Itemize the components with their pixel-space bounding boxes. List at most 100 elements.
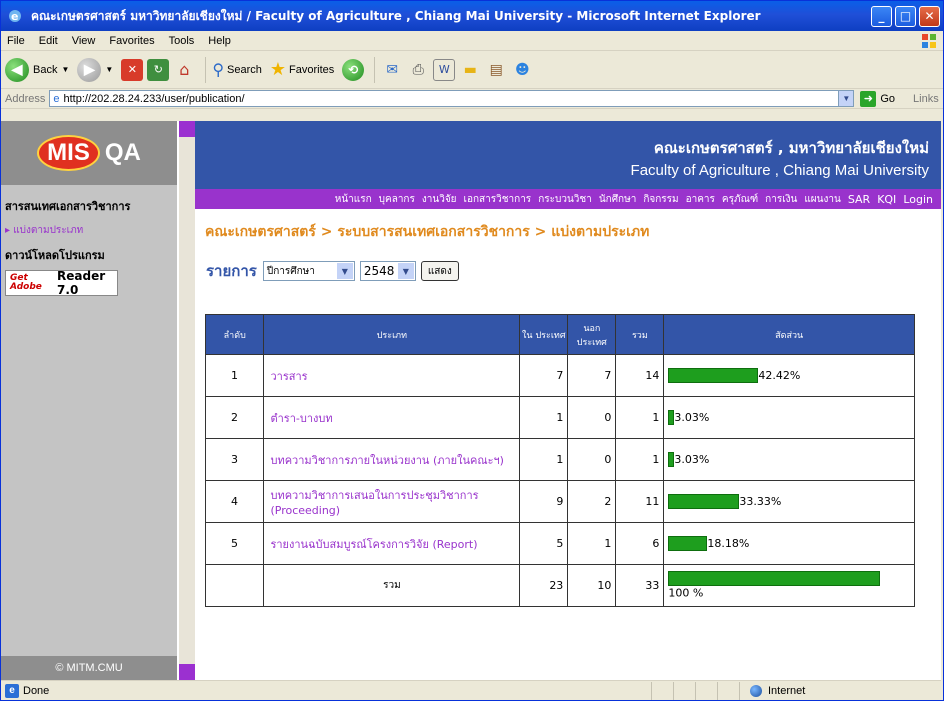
nav-activities[interactable]: กิจกรรม bbox=[643, 192, 678, 207]
ratio-label: 3.03% bbox=[674, 411, 710, 424]
globe-icon bbox=[750, 684, 762, 697]
ratio-bar bbox=[668, 571, 881, 587]
print-icon[interactable]: ⎙ bbox=[407, 59, 429, 81]
status-done: e Done bbox=[1, 683, 651, 698]
favorites-label: Favorites bbox=[289, 63, 335, 76]
cell-domestic: 7 bbox=[519, 354, 569, 397]
address-bar: Address e http://202.28.24.233/user/publ… bbox=[1, 89, 943, 109]
table-header-row: ลำดับ ประเภท ใน ประเทศ นอก ประเทศ รวม สั… bbox=[204, 314, 915, 355]
toolbar-separator bbox=[205, 56, 207, 83]
messenger-icon[interactable]: ☻ bbox=[511, 59, 533, 81]
scroll-down-arrow[interactable] bbox=[179, 664, 195, 680]
refresh-icon[interactable]: ↻ bbox=[147, 58, 170, 81]
cell-foreign: 0 bbox=[567, 396, 617, 439]
window-title: คณะเกษตรศาสตร์ มหาวิทยาลัยเชียงใหม่ / Fa… bbox=[31, 8, 761, 23]
menu-edit[interactable]: Edit bbox=[39, 35, 58, 47]
chevron-down-icon: ▼ bbox=[336, 263, 353, 279]
header-type: ประเภท bbox=[263, 314, 521, 355]
sidebar-download-title: ดาวน์โหลดโปรแกรม bbox=[5, 249, 105, 262]
status-pane bbox=[651, 681, 673, 700]
cell-foreign: 2 bbox=[567, 480, 617, 523]
history-icon[interactable]: ⟲ bbox=[342, 58, 365, 81]
research-icon[interactable]: ▤ bbox=[485, 59, 507, 81]
cell-domestic: 9 bbox=[519, 480, 569, 523]
cell-no: 4 bbox=[204, 480, 265, 523]
home-icon[interactable]: ⌂ bbox=[173, 59, 195, 81]
type-select-value: ปีการศึกษา bbox=[266, 265, 315, 277]
nav-personnel[interactable]: บุคลากร bbox=[379, 192, 415, 207]
header-domestic: ใน ประเทศ bbox=[519, 314, 569, 355]
address-dropdown-icon[interactable]: ▼ bbox=[838, 91, 854, 106]
top-nav: หน้าแรก บุคลากร งานวิจัย เอกสารวิชาการ ก… bbox=[195, 189, 941, 209]
nav-login[interactable]: Login bbox=[903, 193, 933, 206]
sidebar-section-title: สารสนเทศเอกสารวิชาการ bbox=[5, 200, 131, 213]
nav-publications[interactable]: เอกสารวิชาการ bbox=[464, 192, 532, 207]
edit-word-icon[interactable]: W bbox=[433, 58, 456, 81]
table-row: 3 บทความวิชาการภายในหน่วยงาน (ภายในคณะฯ)… bbox=[204, 438, 915, 481]
frame-scrollbar[interactable] bbox=[179, 121, 195, 680]
status-pane bbox=[673, 681, 695, 700]
close-button[interactable]: ✕ bbox=[919, 5, 940, 27]
back-button[interactable]: ◀ Back ▼ bbox=[5, 57, 69, 82]
cell-type-link[interactable]: รายงานฉบับสมบูรณ์โครงการวิจัย (Report) bbox=[263, 522, 521, 565]
menu-favorites[interactable]: Favorites bbox=[109, 35, 154, 47]
nav-finance[interactable]: การเงิน bbox=[765, 192, 797, 207]
header-foreign: นอก ประเทศ bbox=[567, 314, 617, 355]
nav-buildings[interactable]: อาคาร bbox=[686, 192, 715, 207]
cell-total: 1 bbox=[615, 396, 665, 439]
filter-bar: รายการ ปีการศึกษา ▼ 2548 ▼ แสดง bbox=[206, 259, 941, 283]
adobe-reader-badge[interactable]: Get Adobe Reader 7.0 bbox=[5, 269, 118, 297]
year-select[interactable]: 2548 ▼ bbox=[359, 261, 416, 281]
folder-icon[interactable]: ▬ bbox=[459, 59, 481, 81]
maximize-button[interactable]: □ bbox=[895, 5, 916, 27]
favorites-button[interactable]: ★ Favorites bbox=[270, 59, 334, 80]
nav-home[interactable]: หน้าแรก bbox=[335, 192, 372, 207]
menu-help[interactable]: Help bbox=[208, 35, 231, 47]
menu-tools[interactable]: Tools bbox=[169, 35, 195, 47]
scroll-up-arrow[interactable] bbox=[179, 121, 195, 137]
toolbar-separator bbox=[374, 56, 376, 83]
table-row: 4 บทความวิชาการเสนอในการประชุมวิชาการ (P… bbox=[204, 480, 915, 523]
nav-kqi[interactable]: KQI bbox=[877, 193, 896, 206]
search-button[interactable]: ⚲ Search bbox=[212, 60, 262, 80]
nav-students[interactable]: นักศึกษา bbox=[599, 192, 637, 207]
show-button[interactable]: แสดง bbox=[420, 261, 459, 281]
logo-qa: QA bbox=[104, 139, 141, 166]
go-arrow-icon: ➜ bbox=[860, 90, 877, 107]
nav-research[interactable]: งานวิจัย bbox=[422, 192, 457, 207]
minimize-button[interactable]: _ bbox=[871, 5, 892, 27]
cell-ratio: 18.18% bbox=[663, 522, 915, 565]
cell-domestic: 1 bbox=[519, 438, 569, 481]
cell-ratio: 33.33% bbox=[663, 480, 915, 523]
table-row: 5 รายงานฉบับสมบูรณ์โครงการวิจัย (Report)… bbox=[204, 522, 915, 565]
nav-sar[interactable]: SAR bbox=[848, 193, 870, 206]
menu-view[interactable]: View bbox=[72, 35, 96, 47]
cell-total-label: รวม bbox=[263, 564, 521, 607]
ratio-bar bbox=[668, 536, 708, 551]
cell-type-link[interactable]: บทความวิชาการภายในหน่วยงาน (ภายในคณะฯ) bbox=[263, 438, 521, 481]
nav-courses[interactable]: กระบวนวิชา bbox=[538, 192, 592, 207]
address-url: http://202.28.24.233/user/publication/ bbox=[63, 92, 245, 105]
cell-type-link[interactable]: บทความวิชาการเสนอในการประชุมวิชาการ (Pro… bbox=[263, 480, 521, 523]
forward-button[interactable]: ▶ ▼ bbox=[77, 57, 113, 82]
sidebar-link-by-type[interactable]: ▸ แบ่งตามประเภท bbox=[5, 223, 177, 238]
cell-empty bbox=[204, 564, 265, 607]
nav-plans[interactable]: แผนงาน bbox=[804, 192, 840, 207]
table-row: 1 วารสาร 7 7 14 42.42% bbox=[204, 354, 915, 397]
cell-ratio: 42.42% bbox=[663, 354, 915, 397]
cell-type-link[interactable]: วารสาร bbox=[263, 354, 521, 397]
go-button[interactable]: ➜ Go bbox=[860, 90, 895, 107]
menu-bar: File Edit View Favorites Tools Help bbox=[1, 31, 943, 51]
links-button[interactable]: Links bbox=[913, 93, 939, 105]
cell-foreign: 10 bbox=[567, 564, 617, 607]
cell-type-link[interactable]: ตำรา-บางบท bbox=[263, 396, 521, 439]
mail-icon[interactable]: ✉ bbox=[381, 59, 403, 81]
nav-equipment[interactable]: ครุภัณฑ์ bbox=[722, 192, 758, 207]
status-text: Done bbox=[23, 684, 50, 697]
cell-no: 2 bbox=[204, 396, 265, 439]
stop-icon[interactable]: ✕ bbox=[121, 58, 144, 81]
menu-file[interactable]: File bbox=[7, 35, 25, 47]
ratio-label: 18.18% bbox=[707, 537, 750, 550]
type-select[interactable]: ปีการศึกษา ▼ bbox=[262, 261, 355, 281]
address-input[interactable]: e http://202.28.24.233/user/publication/… bbox=[49, 90, 855, 107]
